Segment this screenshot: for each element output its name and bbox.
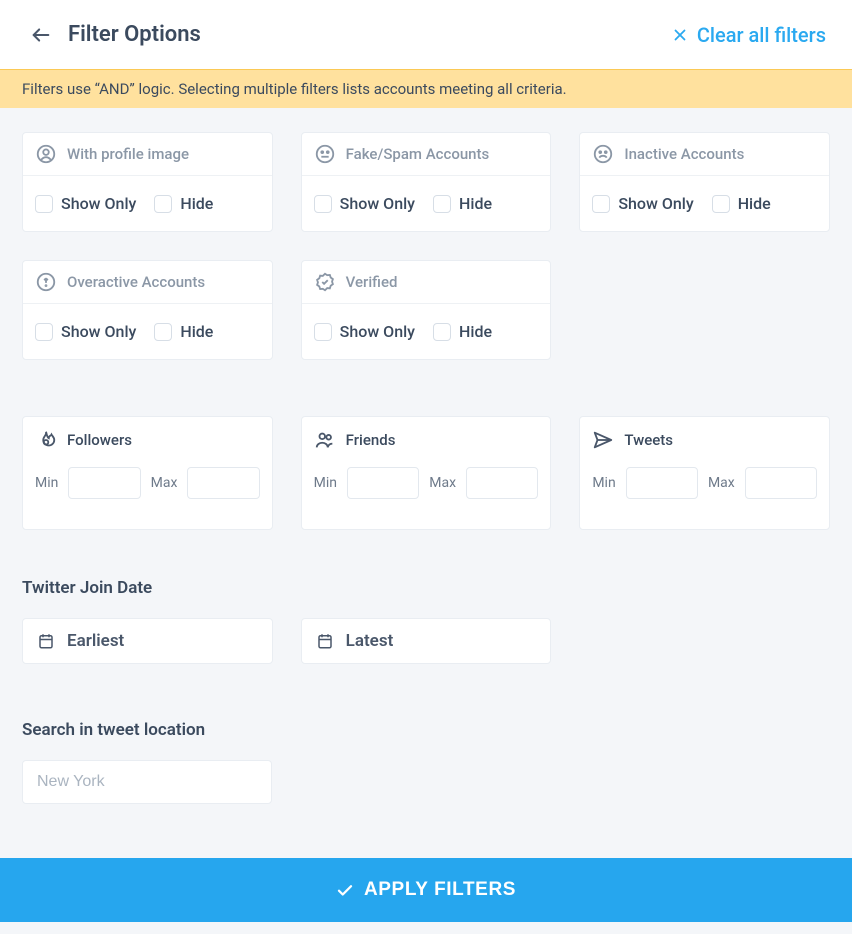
checkbox — [433, 195, 451, 213]
check-label: Show Only — [61, 194, 136, 213]
card-label: Friends — [346, 431, 396, 449]
range-card-friends: Friends Min Max — [301, 416, 552, 530]
tweets-max-input[interactable] — [745, 467, 817, 499]
friends-min-input[interactable] — [347, 467, 419, 499]
back-arrow-icon[interactable] — [30, 24, 52, 46]
checkbox — [35, 323, 53, 341]
join-date-earliest-picker[interactable]: Earliest — [22, 618, 273, 664]
check-label: Show Only — [61, 322, 136, 341]
footer: APPLY FILTERS — [0, 858, 852, 922]
max-label: Max — [708, 475, 735, 491]
send-icon — [592, 429, 614, 451]
range-card-tweets: Tweets Min Max — [579, 416, 830, 530]
checkbox — [433, 323, 451, 341]
fake-spam-show-only[interactable]: Show Only — [314, 194, 415, 213]
card-header: Fake/Spam Accounts — [302, 133, 551, 176]
check-label: Hide — [180, 194, 213, 213]
flame-icon — [35, 429, 57, 451]
header-left: Filter Options — [30, 22, 201, 47]
friends-icon — [314, 429, 336, 451]
join-date-section-title: Twitter Join Date — [22, 578, 830, 598]
card-label: Verified — [346, 273, 398, 291]
join-date-latest-picker[interactable]: Latest — [301, 618, 552, 664]
inactive-show-only[interactable]: Show Only — [592, 194, 693, 213]
header: Filter Options Clear all filters — [0, 0, 852, 69]
min-label: Min — [35, 475, 58, 491]
friends-max-input[interactable] — [466, 467, 538, 499]
card-label: Inactive Accounts — [624, 145, 744, 163]
filter-card-verified: Verified Show Only Hide — [301, 260, 552, 360]
calendar-icon — [37, 632, 55, 650]
check-label: Show Only — [618, 194, 693, 213]
check-label: Show Only — [340, 322, 415, 341]
overactive-hide[interactable]: Hide — [154, 322, 213, 341]
card-header: Friends — [302, 417, 551, 467]
check-label: Hide — [738, 194, 771, 213]
checkbox — [154, 323, 172, 341]
inactive-hide[interactable]: Hide — [712, 194, 771, 213]
location-section-title: Search in tweet location — [22, 720, 830, 740]
date-label: Latest — [346, 631, 394, 651]
checkbox — [35, 195, 53, 213]
apply-filters-label: APPLY FILTERS — [364, 879, 516, 901]
card-label: Fake/Spam Accounts — [346, 145, 490, 163]
filter-card-fake-spam: Fake/Spam Accounts Show Only Hide — [301, 132, 552, 232]
profile-image-hide[interactable]: Hide — [154, 194, 213, 213]
card-label: With profile image — [67, 145, 189, 163]
filter-card-inactive: Inactive Accounts Show Only Hide — [579, 132, 830, 232]
range-card-followers: Followers Min Max — [22, 416, 273, 530]
user-circle-icon — [35, 143, 57, 165]
check-label: Hide — [459, 194, 492, 213]
min-label: Min — [314, 475, 337, 491]
date-grid: Earliest Latest — [22, 618, 830, 664]
checkbox — [314, 323, 332, 341]
card-label: Overactive Accounts — [67, 273, 205, 291]
card-label: Tweets — [624, 431, 673, 449]
tweets-min-input[interactable] — [626, 467, 698, 499]
min-label: Min — [592, 475, 615, 491]
card-header: Tweets — [580, 417, 829, 467]
followers-max-input[interactable] — [187, 467, 259, 499]
page-title: Filter Options — [68, 22, 201, 47]
profile-image-show-only[interactable]: Show Only — [35, 194, 136, 213]
followers-min-input[interactable] — [68, 467, 140, 499]
checkbox — [154, 195, 172, 213]
face-neutral-icon — [314, 143, 336, 165]
face-sad-icon — [592, 143, 614, 165]
date-label: Earliest — [67, 631, 124, 651]
fake-spam-hide[interactable]: Hide — [433, 194, 492, 213]
clear-all-filters-link[interactable]: Clear all filters — [671, 23, 826, 47]
verified-hide[interactable]: Hide — [433, 322, 492, 341]
checkbox — [712, 195, 730, 213]
card-label: Followers — [67, 431, 132, 449]
filter-card-profile-image: With profile image Show Only Hide — [22, 132, 273, 232]
close-icon — [671, 26, 689, 44]
verified-show-only[interactable]: Show Only — [314, 322, 415, 341]
card-header: Inactive Accounts — [580, 133, 829, 176]
card-header: Verified — [302, 261, 551, 304]
card-header: With profile image — [23, 133, 272, 176]
overactive-icon — [35, 271, 57, 293]
toggle-filters-section: With profile image Show Only Hide Fake/S… — [0, 108, 852, 804]
card-header: Overactive Accounts — [23, 261, 272, 304]
check-label: Hide — [459, 322, 492, 341]
checkbox — [314, 195, 332, 213]
tweet-location-input[interactable] — [22, 760, 272, 804]
filter-card-overactive: Overactive Accounts Show Only Hide — [22, 260, 273, 360]
max-label: Max — [429, 475, 456, 491]
verified-badge-icon — [314, 271, 336, 293]
filters-grid: With profile image Show Only Hide Fake/S… — [22, 132, 830, 360]
info-banner: Filters use “AND” logic. Selecting multi… — [0, 69, 852, 108]
check-label: Hide — [180, 322, 213, 341]
check-label: Show Only — [340, 194, 415, 213]
check-icon — [336, 881, 354, 899]
ranges-grid: Followers Min Max Friends Min Max — [22, 416, 830, 530]
max-label: Max — [151, 475, 178, 491]
checkbox — [592, 195, 610, 213]
card-header: Followers — [23, 417, 272, 467]
clear-all-label: Clear all filters — [697, 23, 826, 47]
calendar-icon — [316, 632, 334, 650]
apply-filters-button[interactable]: APPLY FILTERS — [0, 858, 852, 922]
overactive-show-only[interactable]: Show Only — [35, 322, 136, 341]
